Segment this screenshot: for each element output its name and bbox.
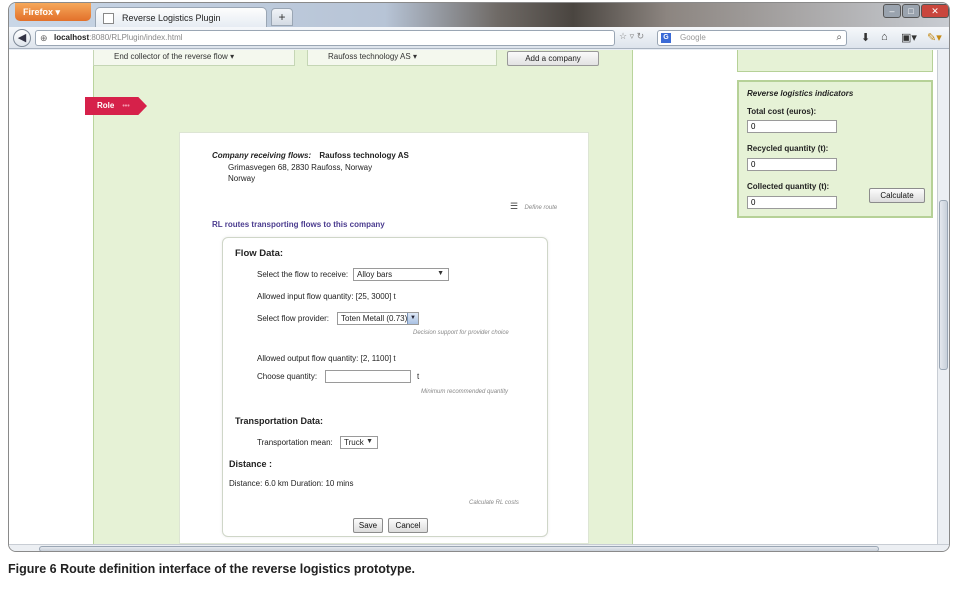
- define-route-link[interactable]: ☰ Define route: [510, 196, 557, 214]
- browser-window: Firefox ▾ Reverse Logistics Plugin + – □…: [8, 2, 950, 552]
- firefox-menu-button[interactable]: Firefox ▾: [15, 3, 91, 21]
- routes-heading: RL routes transporting flows to this com…: [212, 220, 385, 229]
- url-path: :8080/RLPlugin/index.html: [89, 33, 183, 42]
- chevron-down-icon: ▼: [437, 270, 444, 277]
- recycled-field[interactable]: 0: [747, 158, 837, 171]
- choose-quantity-label: Choose quantity:: [257, 372, 318, 381]
- company-select-value: Raufoss technology AS: [328, 52, 411, 61]
- total-cost-label: Total cost (euros):: [747, 107, 817, 116]
- company-name: Raufoss technology AS: [319, 151, 409, 160]
- company-heading: Company receiving flows: Raufoss technol…: [212, 151, 409, 160]
- close-icon[interactable]: ✕: [921, 4, 949, 18]
- role-tab-dots: •••: [122, 103, 130, 110]
- url-bar[interactable]: ⊕ localhost:8080/RLPlugin/index.html: [35, 30, 615, 46]
- transport-mean-select[interactable]: Truck ▼: [340, 436, 378, 449]
- define-route-label: Define route: [524, 205, 558, 211]
- nav-toolbar: ◀ ⊕ localhost:8080/RLPlugin/index.html ☆…: [9, 27, 949, 49]
- page-content: End collector of the reverse flow ▾ Rauf…: [9, 50, 949, 544]
- company-select[interactable]: Raufoss technology AS ▾: [307, 50, 497, 66]
- firefox-menu-label: Firefox: [23, 7, 54, 17]
- horizontal-scrollbar[interactable]: [9, 544, 949, 551]
- new-tab-button[interactable]: +: [271, 8, 293, 26]
- page-icon: [103, 13, 114, 24]
- cancel-button[interactable]: Cancel: [388, 518, 428, 533]
- indicator-top-panel: [737, 50, 933, 72]
- addon-icon[interactable]: ✎▾: [927, 31, 942, 44]
- chevron-down-icon: ▼: [407, 313, 418, 324]
- collected-field[interactable]: 0: [747, 196, 837, 209]
- total-cost-field[interactable]: 0: [747, 120, 837, 133]
- figure-caption: Figure 6 Route definition interface of t…: [8, 562, 948, 576]
- quantity-unit: t: [417, 372, 420, 381]
- title-bar: Firefox ▾ Reverse Logistics Plugin + – □…: [9, 3, 949, 27]
- url-host: localhost: [54, 33, 90, 42]
- figure-label: Figure 6: [8, 562, 57, 576]
- allowed-input-text: Allowed input flow quantity: [25, 3000] …: [257, 292, 396, 301]
- bookmark-star-icon[interactable]: ☆ ▿ ↻: [619, 31, 644, 42]
- indicators-title: Reverse logistics indicators: [747, 89, 854, 98]
- maximize-icon[interactable]: □: [902, 4, 920, 18]
- distance-text: Distance: 6.0 km Duration: 10 mins: [229, 479, 354, 488]
- calculate-costs-link[interactable]: Calculate RL costs: [469, 500, 519, 506]
- quantity-input[interactable]: [325, 370, 411, 383]
- select-provider-label: Select flow provider:: [257, 314, 330, 323]
- tab-reverse-logistics[interactable]: Reverse Logistics Plugin: [95, 7, 267, 27]
- vertical-scrollbar[interactable]: [937, 50, 949, 544]
- decision-support-link[interactable]: Decision support for provider choice: [413, 330, 509, 336]
- minimize-icon[interactable]: –: [883, 4, 901, 18]
- tab-title: Reverse Logistics Plugin: [122, 13, 221, 23]
- collected-label: Collected quantity (t):: [747, 182, 830, 191]
- save-button[interactable]: Save: [353, 518, 383, 533]
- indicators-panel: Reverse logistics indicators Total cost …: [737, 80, 933, 218]
- list-icon: ☰: [510, 201, 519, 211]
- flow-data-heading: Flow Data:: [235, 248, 284, 259]
- calculate-button[interactable]: Calculate: [869, 188, 925, 203]
- company-address: Grimasvegen 68, 2830 Raufoss, Norway: [228, 163, 373, 172]
- role-tab[interactable]: Role •••: [85, 97, 147, 115]
- search-engine-icon: G: [661, 33, 671, 43]
- provider-select[interactable]: Toten Metall (0.73) ▼: [337, 312, 419, 325]
- horizontal-scroll-thumb[interactable]: [39, 546, 879, 551]
- company-country: Norway: [228, 174, 256, 183]
- search-placeholder: Google: [680, 33, 706, 42]
- allowed-output-text: Allowed output flow quantity: [2, 1100] …: [257, 354, 396, 363]
- home-icon[interactable]: ⌂: [881, 31, 888, 43]
- role-tab-label: Role: [97, 101, 115, 110]
- role-select-value: End collector of the reverse flow: [114, 52, 228, 61]
- distance-heading: Distance :: [229, 459, 273, 469]
- add-company-button[interactable]: Add a company: [507, 51, 599, 66]
- flow-select-value: Alloy bars: [357, 270, 393, 279]
- transport-data-heading: Transportation Data:: [235, 416, 324, 426]
- chevron-down-icon: ▼: [366, 438, 373, 445]
- top-strip: End collector of the reverse flow ▾ Rauf…: [93, 50, 633, 68]
- download-icon[interactable]: ⬇: [861, 31, 870, 44]
- search-input[interactable]: G Google ⌕: [657, 30, 847, 46]
- flow-select[interactable]: Alloy bars ▼: [353, 268, 449, 281]
- recycled-label: Recycled quantity (t):: [747, 144, 829, 153]
- transport-mean-value: Truck: [344, 438, 364, 447]
- route-form: Flow Data: Select the flow to receive: A…: [222, 237, 548, 537]
- back-arrow-icon[interactable]: ◀: [13, 29, 31, 47]
- company-card: Company receiving flows: Raufoss technol…: [179, 132, 589, 544]
- caption-text: Route definition interface of the revers…: [60, 562, 416, 576]
- min-recommended-link[interactable]: Minimum recommended quantity: [421, 389, 508, 395]
- company-heading-label: Company receiving flows:: [212, 151, 312, 160]
- search-icon[interactable]: ⌕: [836, 32, 842, 43]
- site-identity-icon: ⊕: [40, 33, 48, 43]
- provider-select-value: Toten Metall (0.73): [341, 314, 408, 323]
- vertical-scroll-thumb[interactable]: [939, 200, 948, 370]
- select-flow-label: Select the flow to receive:: [257, 270, 349, 279]
- bookmarks-icon[interactable]: ▣▾: [901, 31, 917, 44]
- transport-mean-label: Transportation mean:: [257, 438, 333, 447]
- role-select[interactable]: End collector of the reverse flow ▾: [93, 50, 295, 66]
